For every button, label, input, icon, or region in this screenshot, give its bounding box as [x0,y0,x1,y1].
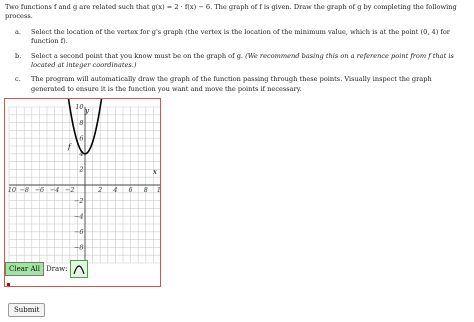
step-c-text: The program will automatically draw the … [31,75,432,93]
coordinate-grid[interactable]: 10−8−6−4−2246810108642−2−4−6−8−10 x y f [5,75,165,286]
graph-toolbar: Clear All Draw: [5,259,88,279]
clear-all-button[interactable]: Clear All [5,262,45,276]
y-axis-label: y [84,107,90,115]
step-text: The program will automatically draw the … [31,75,467,94]
x-axis-label: x [153,168,157,176]
step-label: a. [15,27,22,36]
step-c: c. The program will automatically draw t… [5,75,467,94]
y-tick-label: −2 [74,197,83,205]
y-tick-label: 6 [79,134,83,142]
x-tick-label: 10 [157,186,160,194]
y-tick-label: 2 [78,166,83,174]
x-tick-label: 10 [8,186,16,194]
step-a: a. Select the location of the vertex for… [5,28,467,47]
step-text: Select a second point that you know must… [31,52,467,71]
step-label: c. [15,75,21,84]
step-text: Select the location of the vertex for g'… [31,28,467,47]
x-tick-label: −2 [65,186,74,194]
submit-button[interactable]: Submit [8,303,46,317]
y-tick-label: −4 [74,212,83,220]
draw-label: Draw: [46,265,68,273]
step-b: b. Select a second point that you know m… [5,52,467,71]
error-indicator [7,283,10,286]
step-b-text: Select a second point that you know must… [31,51,244,60]
x-tick-label: 2 [97,186,102,194]
problem-intro: Two functions f and g are related such t… [5,3,457,21]
x-tick-label: −4 [50,186,59,194]
step-list: a. Select the location of the vertex for… [5,28,467,94]
y-tick-label: 10 [75,103,83,111]
x-tick-label: 4 [112,186,117,194]
x-tick-label: −6 [35,186,44,194]
parabola-tool-button[interactable] [69,260,88,278]
step-label: b. [15,51,22,60]
x-tick-label: −8 [19,186,28,194]
parabola-icon [72,265,85,275]
x-tick-label: 6 [129,186,133,194]
y-tick-label: −6 [74,228,83,236]
function-f-label: f [67,143,72,151]
y-tick-label: −8 [74,244,83,252]
x-tick-label: 8 [144,186,148,194]
problem-statement: Two functions f and g are related such t… [5,3,467,99]
y-tick-label: 8 [79,119,83,127]
step-a-text: Select the location of the vertex for g'… [31,27,450,46]
